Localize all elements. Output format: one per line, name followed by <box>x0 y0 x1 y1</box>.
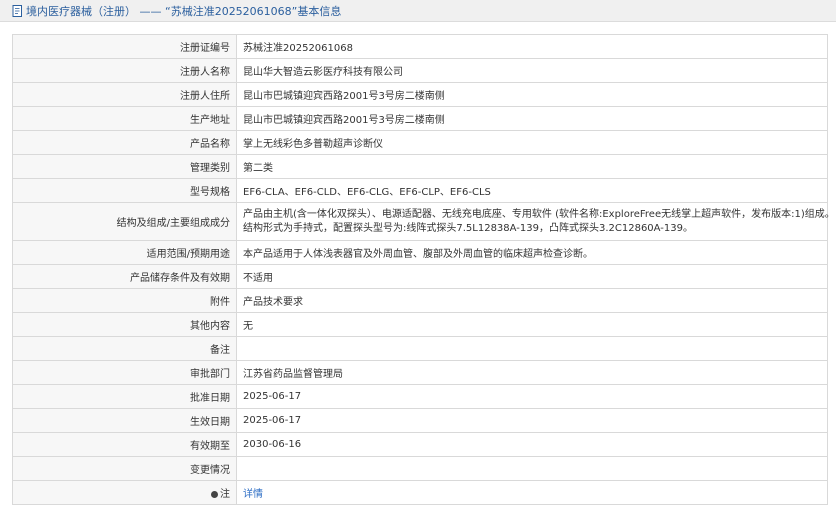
table-row: 备注 <box>12 336 828 361</box>
row-value: 详情 <box>236 480 828 505</box>
row-label: 生产地址 <box>12 106 237 131</box>
table-row: 注册人名称 昆山华大智造云影医疗科技有限公司 <box>12 58 828 83</box>
row-value: 本产品适用于人体浅表器官及外周血管、腹部及外周血管的临床超声检查诊断。 <box>236 240 828 265</box>
table-row: 适用范围/预期用途 本产品适用于人体浅表器官及外周血管、腹部及外周血管的临床超声… <box>12 240 828 265</box>
table-row: 附件 产品技术要求 <box>12 288 828 313</box>
row-label: 产品储存条件及有效期 <box>12 264 237 289</box>
table-row: 生产地址 昆山市巴城镇迎宾西路2001号3号房二楼南侧 <box>12 106 828 131</box>
row-value: 2030-06-16 <box>236 432 828 457</box>
table-row: 产品名称 掌上无线彩色多普勒超声诊断仪 <box>12 130 828 155</box>
table-row: 注 详情 <box>12 480 828 505</box>
row-value: 掌上无线彩色多普勒超声诊断仪 <box>236 130 828 155</box>
row-value: 不适用 <box>236 264 828 289</box>
row-value: 昆山华大智造云影医疗科技有限公司 <box>236 58 828 83</box>
note-label: 注 <box>220 489 230 500</box>
table-row: 生效日期 2025-06-17 <box>12 408 828 433</box>
row-value: 2025-06-17 <box>236 384 828 409</box>
details-link[interactable]: 详情 <box>243 489 263 500</box>
table-row: 其他内容 无 <box>12 312 828 337</box>
row-value: 产品由主机(含一体化双探头）、电源适配器、无线充电底座、专用软件 (软件名称:E… <box>236 202 835 241</box>
row-label: 注册证编号 <box>12 34 237 59</box>
row-value: 产品技术要求 <box>236 288 828 313</box>
row-value-line: 结构形式为手持式，配置探头型号为:线阵式探头7.5L12838A-139，凸阵式… <box>243 222 693 234</box>
row-label: 注册人名称 <box>12 58 237 83</box>
table-row: 注册人住所 昆山市巴城镇迎宾西路2001号3号房二楼南侧 <box>12 82 828 107</box>
row-label: 型号规格 <box>12 178 237 203</box>
registration-info-table: 注册证编号 苏械注准20252061068 注册人名称 昆山华大智造云影医疗科技… <box>12 34 835 505</box>
row-label: 变更情况 <box>12 456 237 481</box>
table-row: 管理类别 第二类 <box>12 154 828 179</box>
row-value: 江苏省药品监督管理局 <box>236 360 828 385</box>
row-value <box>236 456 828 481</box>
row-value <box>236 336 828 361</box>
table-row: 注册证编号 苏械注准20252061068 <box>12 34 828 59</box>
table-row: 结构及组成/主要组成成分 产品由主机(含一体化双探头）、电源适配器、无线充电底座… <box>12 202 835 241</box>
row-label: 注 <box>12 480 237 505</box>
row-label: 结构及组成/主要组成成分 <box>12 202 237 241</box>
page-header: 境内医疗器械（注册） —— “苏械注准20252061068”基本信息 <box>0 0 836 22</box>
table-row: 有效期至 2030-06-16 <box>12 432 828 457</box>
table-row: 变更情况 <box>12 456 828 481</box>
row-label: 有效期至 <box>12 432 237 457</box>
row-value: 苏械注准20252061068 <box>236 34 828 59</box>
table-row: 型号规格 EF6-CLA、EF6-CLD、EF6-CLG、EF6-CLP、EF6… <box>12 178 828 203</box>
row-label: 其他内容 <box>12 312 237 337</box>
row-label: 生效日期 <box>12 408 237 433</box>
page-title: 境内医疗器械（注册） —— “苏械注准20252061068”基本信息 <box>26 4 342 18</box>
row-value: EF6-CLA、EF6-CLD、EF6-CLG、EF6-CLP、EF6-CLS <box>236 178 828 203</box>
row-value: 昆山市巴城镇迎宾西路2001号3号房二楼南侧 <box>236 106 828 131</box>
row-label: 注册人住所 <box>12 82 237 107</box>
row-label: 审批部门 <box>12 360 237 385</box>
row-label: 产品名称 <box>12 130 237 155</box>
row-value: 无 <box>236 312 828 337</box>
note-dot-icon <box>211 491 218 498</box>
row-label: 适用范围/预期用途 <box>12 240 237 265</box>
table-row: 产品储存条件及有效期 不适用 <box>12 264 828 289</box>
row-label: 管理类别 <box>12 154 237 179</box>
row-value-line: 产品由主机(含一体化双探头）、电源适配器、无线充电底座、专用软件 (软件名称:E… <box>243 208 835 220</box>
row-label: 批准日期 <box>12 384 237 409</box>
table-row: 审批部门 江苏省药品监督管理局 <box>12 360 828 385</box>
row-value: 昆山市巴城镇迎宾西路2001号3号房二楼南侧 <box>236 82 828 107</box>
document-icon <box>12 4 22 17</box>
row-label: 附件 <box>12 288 237 313</box>
row-value: 第二类 <box>236 154 828 179</box>
row-label: 备注 <box>12 336 237 361</box>
row-value: 2025-06-17 <box>236 408 828 433</box>
table-row: 批准日期 2025-06-17 <box>12 384 828 409</box>
